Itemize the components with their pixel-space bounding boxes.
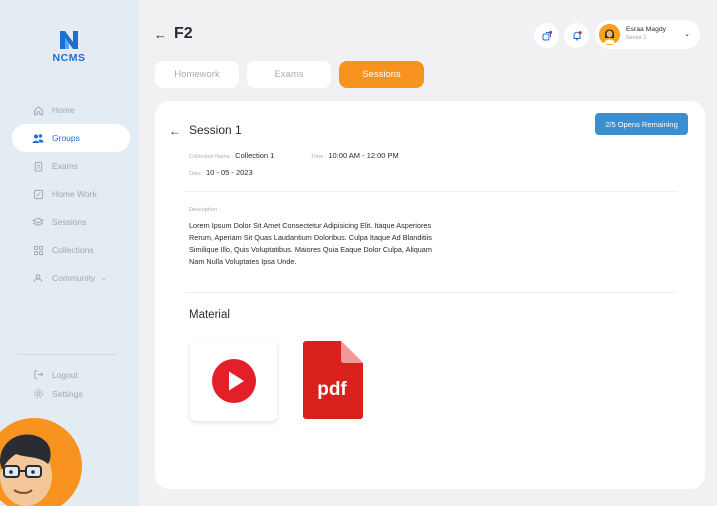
settings-button[interactable]: Settings [32,384,83,403]
date-label: Date : [189,171,204,177]
youtube-play-icon [211,359,256,403]
notifications-button[interactable] [564,23,589,48]
user-name: Esraa Magdy [626,26,667,34]
logo-mark-icon [60,31,78,49]
sidebar-item-home[interactable]: Home [12,96,130,124]
sidebar-item-sessions[interactable]: Sessions [12,208,130,236]
home-icon [32,104,44,116]
divider [185,292,677,293]
shuffle-icon [542,30,552,40]
bell-icon [573,30,582,40]
youtube-video-material[interactable] [190,341,277,421]
opens-remaining-badge: 2/5 Opens Remaining [595,113,688,135]
groups-icon [32,132,44,144]
user-profile-menu[interactable]: Esraa Magdy Senior 1 ⌄ [595,20,700,49]
mascot-illustration [0,418,82,506]
date-meta: Date :10 - 05 - 2023 [189,168,253,177]
pdf-file-icon: pdf [303,341,363,419]
logout-label: Logout [52,369,78,380]
sidebar-item-homework[interactable]: Home Work [12,180,130,208]
sidebar-item-collections[interactable]: Collections [12,236,130,264]
shuffle-button[interactable] [534,23,559,48]
pdf-label: pdf [317,379,347,400]
session-card: 2/5 Opens Remaining ← Session 1 Collecti… [155,101,705,489]
sidebar-nav: Home Groups Exams Home Work Sessions Col… [12,96,130,292]
tab-exams[interactable]: Exams [247,61,331,88]
back-arrow-icon[interactable]: ← [169,124,181,138]
settings-icon [32,388,44,400]
sidebar-item-label: Sessions [52,217,87,227]
page-title: F2 [174,25,193,42]
collection-label: Collection Name : [189,154,234,160]
sidebar-item-label: Home Work [52,189,97,199]
settings-label: Settings [52,388,83,399]
avatar [599,24,620,45]
sidebar-divider [18,354,116,355]
ncms-logo[interactable]: NCMS [46,30,92,64]
profile-text: Esraa Magdy Senior 1 [626,27,666,41]
time-meta: Time :10:00 AM - 12:00 PM [311,151,399,160]
chevron-down-icon[interactable]: ⌄ [684,30,690,38]
description-text: Lorem Ipsum Dolor Sit Amet Consectetur A… [189,221,432,266]
time-value: 10:00 AM - 12:00 PM [328,151,399,160]
tab-sessions[interactable]: Sessions [339,61,424,88]
sidebar-item-label: Collections [52,245,94,255]
logo-text: NCMS [52,52,86,64]
pdf-material[interactable]: pdf [303,341,363,419]
material-title: Material [189,309,230,321]
logout-icon [32,369,44,381]
sidebar-item-label: Exams [52,161,78,171]
sidebar-item-label: Home [52,105,75,115]
user-role: Senior 1 [626,35,647,42]
session-title: Session 1 [189,123,242,137]
exams-icon [32,160,44,172]
sidebar-item-label: Groups [52,133,80,143]
back-arrow-icon[interactable]: ← [154,27,167,42]
sidebar-item-label: Community [52,273,95,283]
chevron-down-icon[interactable]: ⌄ [101,274,107,282]
community-icon [32,272,44,284]
sidebar-item-community[interactable]: Community ⌄ [12,264,130,292]
time-label: Time : [311,154,327,160]
collections-icon [32,244,44,256]
logout-button[interactable]: Logout [32,365,83,384]
collection-meta: Collection Name : Collection 1 [189,151,274,160]
sidebar-item-groups[interactable]: Groups [12,124,130,152]
collection-value: Collection 1 [235,151,275,160]
tab-homework[interactable]: Homework [155,61,239,88]
sidebar-bottom-nav: Logout Settings [32,365,83,403]
divider [185,191,677,192]
description-label: Description : [189,207,221,213]
date-value: 10 - 05 - 2023 [205,168,253,177]
sidebar: NCMS Home Groups Exams Home Work Session… [0,0,139,506]
sessions-icon [32,216,44,228]
homework-icon [32,188,44,200]
sidebar-item-exams[interactable]: Exams [12,152,130,180]
